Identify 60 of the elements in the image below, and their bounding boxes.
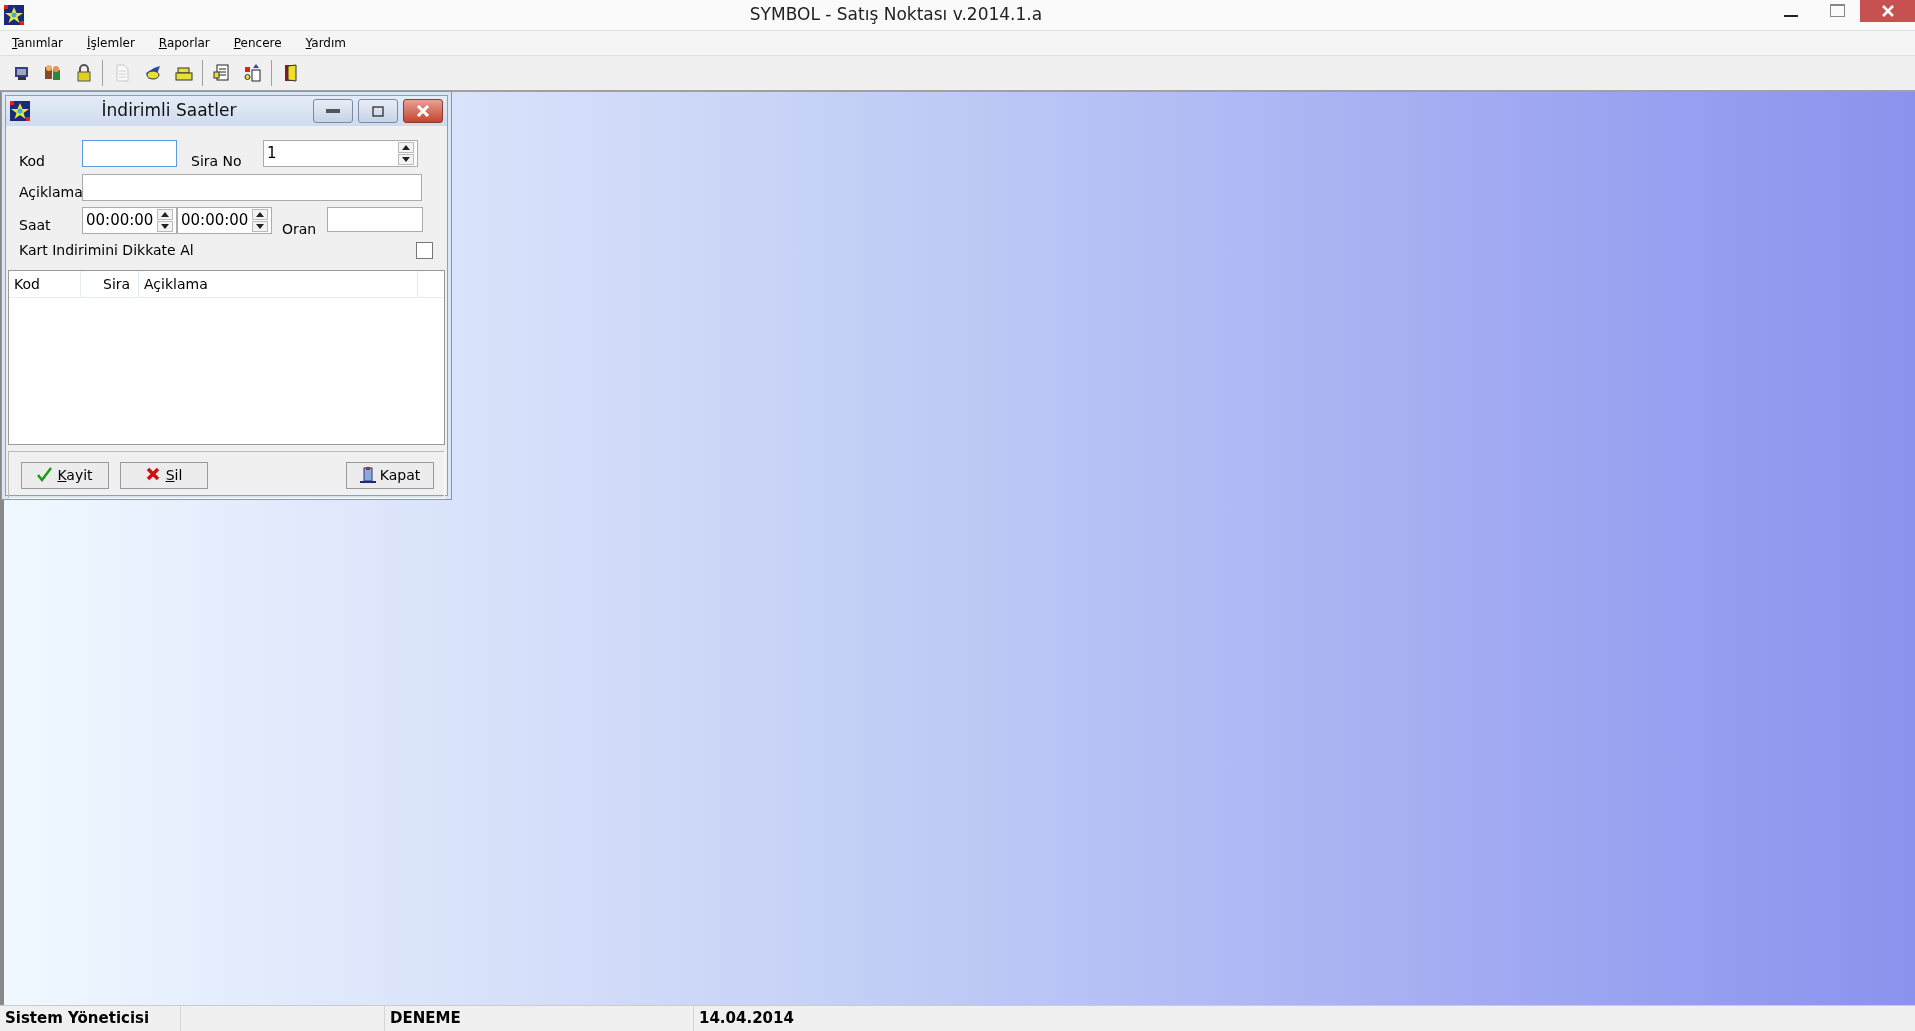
menu-item[interactable]: Yardım (299, 32, 352, 54)
field-label: Oran (281, 220, 318, 239)
list-icon (243, 64, 262, 82)
column-header[interactable]: Kod (9, 271, 81, 297)
spin-down-button[interactable] (252, 221, 268, 232)
up-arrow-icon (256, 212, 264, 217)
down-arrow-icon (256, 224, 264, 229)
maximize-button[interactable] (358, 99, 398, 123)
menu-item[interactable]: Raporlar (152, 32, 216, 54)
save-button[interactable]: Kayit (21, 461, 109, 489)
status-date: 14.04.2014 (698, 1008, 795, 1030)
window-title: SYMBOL - Satış Noktası v.2014.1.a (748, 3, 1044, 27)
column-header[interactable]: Açiklama (139, 271, 418, 297)
menu-item[interactable]: Pencere (227, 32, 288, 54)
minimize-icon (1784, 15, 1798, 17)
monitor-icon (12, 64, 31, 82)
time-field[interactable]: 00:00:00 (177, 207, 272, 234)
minimize-button[interactable] (313, 99, 353, 123)
field-label: Saat (19, 216, 52, 235)
people-icon (43, 64, 62, 82)
column-header[interactable]: Sira (81, 271, 139, 297)
spin-up-button[interactable] (398, 142, 414, 153)
close-button[interactable]: Kapat (346, 461, 434, 489)
checkbox-label: Kart Indirimini Dikkate Al (19, 240, 195, 260)
spin-up-button[interactable] (157, 209, 173, 220)
close-icon (1880, 4, 1895, 18)
check-icon (37, 467, 54, 483)
field-label: Kod (19, 152, 46, 171)
close-icon (416, 105, 430, 117)
x-mark-icon (145, 467, 162, 483)
report-icon (212, 64, 231, 82)
spin-field[interactable]: 1 (263, 140, 418, 167)
time-field[interactable]: 00:00:00 (82, 207, 177, 234)
spin-up-button[interactable] (252, 209, 268, 220)
up-arrow-icon (402, 145, 410, 150)
maximize-icon (1829, 4, 1845, 17)
checkbox[interactable] (416, 241, 433, 259)
delete-button[interactable]: Sil (120, 461, 208, 489)
input-field[interactable] (82, 174, 422, 201)
field-label: Sira No (190, 152, 243, 171)
down-arrow-icon (161, 224, 169, 229)
app-logo-icon (4, 5, 24, 25)
menu-item[interactable]: İşlemler (80, 32, 141, 54)
input-field[interactable] (82, 140, 177, 167)
down-arrow-icon (402, 157, 410, 162)
status-company: DENEME (385, 1006, 694, 1031)
menu-item[interactable]: Tanımlar (6, 32, 69, 54)
app-logo-icon (10, 101, 30, 121)
maximize-icon (372, 105, 384, 117)
dialog-title: İndirimli Saatler (100, 99, 238, 123)
input-field[interactable] (327, 207, 423, 232)
spin-down-button[interactable] (157, 221, 173, 232)
spin-down-button[interactable] (398, 154, 414, 165)
minimize-icon (326, 109, 340, 113)
close-button[interactable] (1860, 0, 1915, 22)
up-arrow-icon (161, 212, 169, 217)
field-label: Açiklama (19, 183, 82, 202)
close-button[interactable] (403, 99, 443, 123)
padlock-icon (74, 64, 93, 82)
status-user: Sistem Yöneticisi (0, 1006, 181, 1031)
